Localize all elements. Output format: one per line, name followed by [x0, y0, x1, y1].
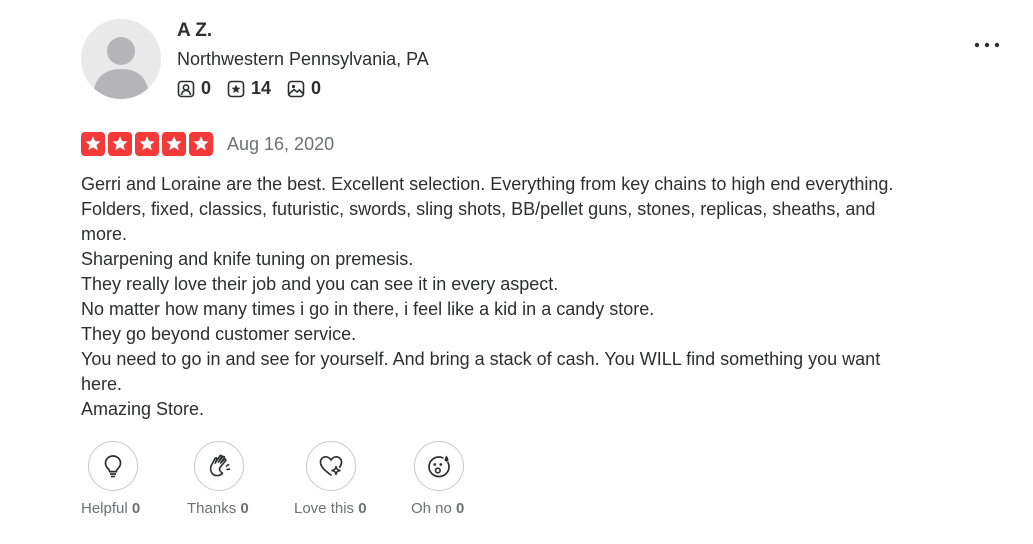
more-options-button[interactable]: [972, 30, 1002, 60]
heart-sparkle-icon: [319, 455, 343, 476]
helpful-text: Helpful: [81, 500, 128, 517]
review-paragraph: They go beyond customer service.: [81, 324, 357, 344]
oh-no-button[interactable]: Oh no 0: [411, 441, 464, 517]
clapping-hands-icon: [209, 454, 231, 477]
ohno-text: Oh no: [411, 500, 452, 517]
review-paragraph: Sharpening and knife tuning on premesis.: [81, 249, 414, 269]
thanks-circle[interactable]: [194, 441, 244, 491]
star-icon: [166, 136, 182, 151]
review-star-icon: [227, 80, 245, 97]
love-this-button[interactable]: Love this 0: [294, 441, 367, 517]
star-icon: [193, 136, 209, 151]
reviews-count: 14: [251, 78, 272, 98]
helpful-circle[interactable]: [88, 441, 138, 491]
ohno-circle[interactable]: [414, 441, 464, 491]
star-rating: [81, 132, 213, 156]
ohno-label: Oh no 0: [411, 500, 464, 517]
more-dots-icon: [974, 42, 1000, 48]
ohno-count: 0: [456, 500, 465, 517]
photos-stat: 0: [287, 78, 321, 99]
star-5: [189, 132, 213, 156]
user-location: Northwestern Pennsylvania, PA: [177, 49, 429, 69]
friends-stat: 0: [177, 78, 211, 99]
thanks-count: 0: [240, 500, 249, 517]
friends-count: 0: [201, 78, 212, 98]
review-body: Gerri and Loraine are the best. Excellen…: [81, 172, 911, 422]
review-paragraph: They really love their job and you can s…: [81, 274, 559, 294]
thanks-label: Thanks 0: [187, 500, 249, 517]
star-icon: [85, 136, 101, 151]
star-icon: [139, 136, 155, 151]
thanks-button[interactable]: Thanks 0: [187, 441, 249, 517]
default-user-icon: [81, 19, 161, 99]
star-1: [81, 132, 105, 156]
helpful-label: Helpful 0: [81, 500, 140, 517]
love-text: Love this: [294, 500, 355, 517]
star-icon: [112, 136, 128, 151]
love-count: 0: [358, 500, 367, 517]
review-paragraph: Gerri and Loraine are the best. Excellen…: [81, 174, 894, 244]
review-paragraph: Amazing Store.: [81, 399, 205, 419]
thanks-text: Thanks: [187, 500, 237, 517]
star-2: [108, 132, 132, 156]
lightbulb-icon: [104, 455, 122, 478]
photos-count: 0: [311, 78, 322, 98]
shocked-face-icon: [428, 455, 450, 478]
love-circle[interactable]: [306, 441, 356, 491]
star-4: [162, 132, 186, 156]
reviews-stat: 14: [227, 78, 271, 99]
photo-icon: [287, 80, 305, 97]
love-label: Love this 0: [294, 500, 367, 517]
review-date: Aug 16, 2020: [227, 134, 335, 154]
user-stats: 0 14 0: [177, 78, 337, 99]
user-name[interactable]: A Z.: [177, 20, 212, 42]
helpful-count: 0: [131, 500, 141, 517]
review-paragraph: You need to go in and see for yourself. …: [81, 349, 881, 394]
friends-icon: [177, 80, 195, 97]
review-paragraph: No matter how many times i go in there, …: [81, 299, 655, 319]
star-3: [135, 132, 159, 156]
reaction-bar: Helpful 0 Thanks 0 Love this 0 Oh no 0: [81, 441, 521, 531]
helpful-button[interactable]: Helpful 0: [81, 441, 140, 517]
avatar[interactable]: [81, 19, 161, 99]
